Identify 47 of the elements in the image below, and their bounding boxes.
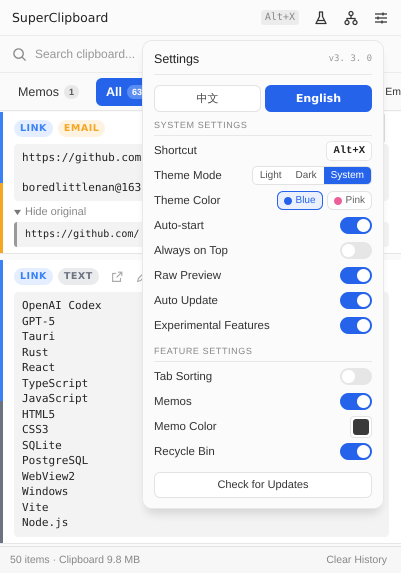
setting-label: Memos [154, 396, 192, 408]
version-label: v3. 3. 0 [328, 54, 372, 64]
tag-label: EMAIL [58, 120, 106, 137]
search-field[interactable]: Search clipboard... [35, 47, 141, 61]
toggle-switch[interactable] [340, 267, 372, 284]
color-option[interactable]: Blue [276, 191, 323, 210]
setting-label: Memo Color [154, 420, 217, 432]
panel-title: Settings [154, 52, 200, 66]
tag-label: LINK [14, 268, 53, 285]
segment-option[interactable]: System [324, 167, 371, 184]
tag-label: TEXT [58, 268, 99, 285]
shortcut-badge: Alt+X [260, 10, 299, 25]
tag-label: LINK [14, 120, 53, 137]
hierarchy-icon[interactable] [343, 10, 359, 26]
toggle-switch[interactable] [340, 242, 372, 259]
color-option[interactable]: Pink [326, 191, 372, 210]
section-heading: SYSTEM SETTINGS [154, 112, 372, 136]
toggle-switch[interactable] [340, 443, 372, 460]
flask-icon[interactable] [313, 10, 329, 26]
search-icon [12, 46, 27, 62]
toggle-switch[interactable] [340, 292, 372, 309]
setting-label: Theme Mode [154, 170, 222, 182]
toggle-switch[interactable] [340, 217, 372, 234]
app-title: SuperClipboard [12, 10, 108, 25]
settings-icon[interactable] [373, 10, 389, 26]
segment-option[interactable]: Light [252, 167, 289, 184]
language-button[interactable]: English [265, 85, 372, 112]
status-summary: 50 items · Clipboard 9.8 MB [10, 554, 140, 566]
language-button[interactable]: 中文 [154, 85, 261, 112]
filter-tab[interactable]: Memos 1 [8, 78, 89, 106]
toggle-switch[interactable] [340, 393, 372, 410]
hide-original-toggle[interactable]: Hide original [25, 206, 86, 218]
setting-label: Recycle Bin [154, 446, 215, 458]
setting-label: Auto-start [154, 220, 204, 232]
check-updates-button[interactable]: Check for Updates [154, 472, 372, 498]
setting-label: Tab Sorting [154, 370, 212, 382]
toggle-switch[interactable] [340, 317, 372, 334]
shortcut-field[interactable]: Alt+X [326, 140, 372, 160]
filter-tab[interactable]: Em [385, 78, 401, 106]
setting-label: Auto Update [154, 294, 218, 306]
section-heading: FEATURE SETTINGS [154, 338, 372, 362]
setting-label: Shortcut [154, 144, 197, 156]
toggle-switch[interactable] [340, 368, 372, 385]
setting-label: Raw Preview [154, 270, 222, 282]
segment-option[interactable]: Dark [288, 167, 324, 184]
setting-label: Always on Top [154, 244, 228, 256]
setting-label: Experimental Features [154, 320, 270, 332]
